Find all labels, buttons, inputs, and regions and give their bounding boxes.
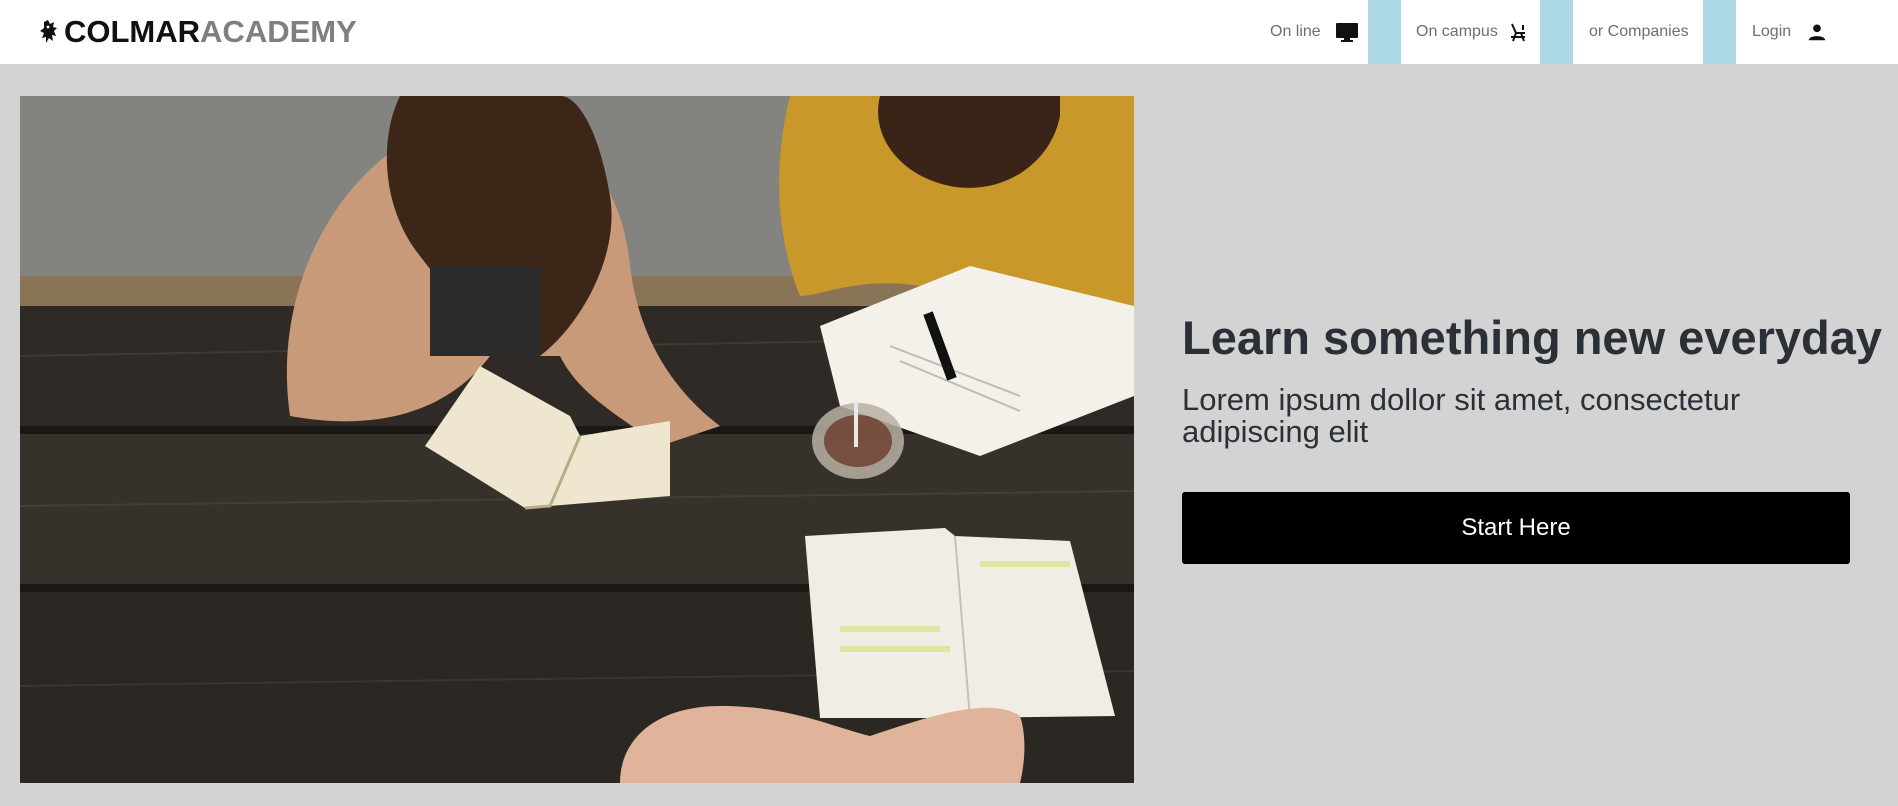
site-logo[interactable]: COLMAR ACADEMY <box>38 14 357 50</box>
nav-login[interactable]: Login <box>1736 0 1856 64</box>
lion-crest-icon <box>40 20 57 43</box>
nav-on-campus[interactable]: On campus <box>1401 0 1541 64</box>
nav-login-label: Login <box>1752 23 1792 40</box>
hero-copy: Learn something new everyday Lorem ipsum… <box>1182 306 1898 448</box>
logo-secondary-text: ACADEMY <box>200 14 357 49</box>
students-studying-at-picnic-table-photo <box>20 96 1134 783</box>
nav-divider <box>1368 0 1401 64</box>
start-here-button[interactable]: Start Here <box>1182 492 1850 564</box>
user-icon <box>1805 20 1829 44</box>
logo-primary-text: COLMAR <box>64 14 201 49</box>
nav-online-label: On line <box>1270 23 1321 40</box>
nav-divider <box>1540 0 1573 64</box>
nav-companies[interactable]: or Companies <box>1573 0 1703 64</box>
hero-subtitle: Lorem ipsum dollor sit amet, consectetur… <box>1182 382 1741 449</box>
hero-photo <box>20 96 1134 783</box>
monitor-icon <box>1335 20 1359 44</box>
desk-chair-icon <box>1506 20 1530 44</box>
nav-divider <box>1703 0 1736 64</box>
nav-on-campus-label: On campus <box>1416 23 1498 40</box>
site-header: COLMAR ACADEMY On line On campus or Compa… <box>0 0 1898 64</box>
nav-online[interactable]: On line <box>1270 0 1368 64</box>
hero-title: Learn something new everyday <box>1182 311 1883 364</box>
nav-companies-label: or Companies <box>1589 23 1689 40</box>
